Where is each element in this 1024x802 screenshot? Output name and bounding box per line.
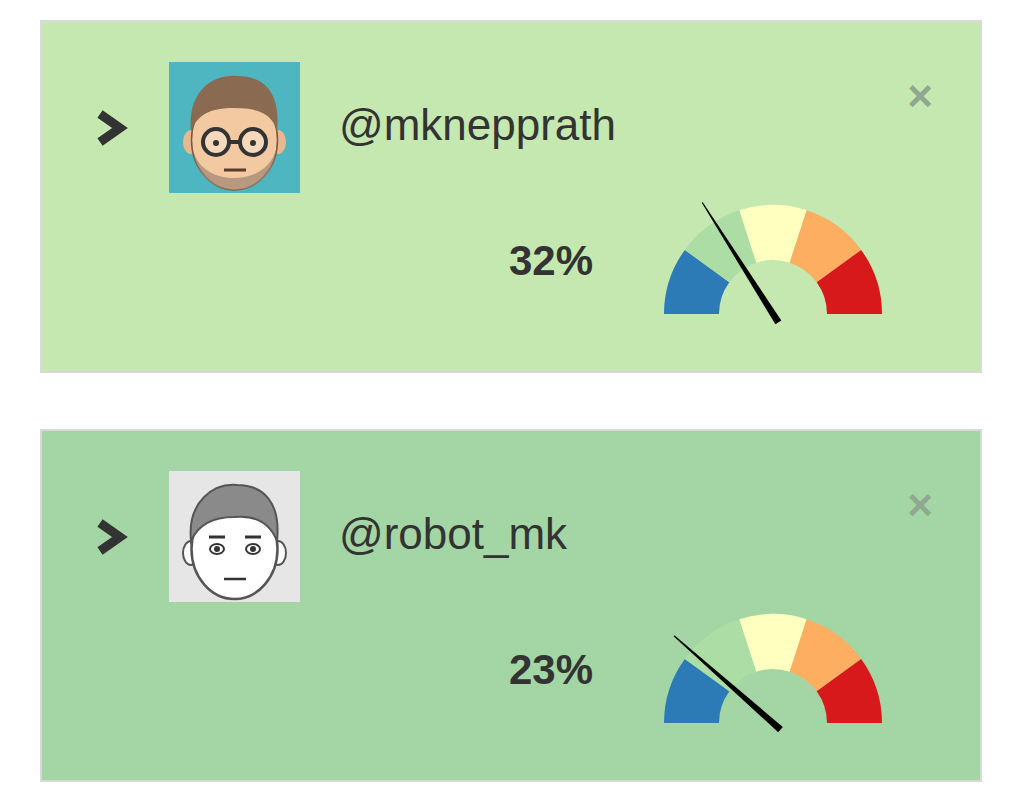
score-row: 23% bbox=[94, 605, 937, 735]
user-card: @robot_mk × 23% bbox=[40, 429, 982, 782]
gauge-needle bbox=[674, 635, 783, 732]
user-handle: @mknepprath bbox=[339, 97, 616, 152]
card-header: @robot_mk × bbox=[94, 471, 937, 602]
score-value: 32% bbox=[509, 235, 593, 288]
close-button[interactable]: × bbox=[903, 483, 937, 527]
gauge-segment bbox=[817, 250, 882, 314]
avatar-icon bbox=[169, 62, 300, 193]
chevron-right-icon[interactable] bbox=[94, 519, 128, 555]
gauge-needle bbox=[702, 202, 782, 324]
score-value: 23% bbox=[509, 644, 593, 697]
card-header: @mknepprath × bbox=[94, 62, 937, 193]
gauge-segment bbox=[817, 659, 882, 723]
user-handle: @robot_mk bbox=[339, 506, 567, 561]
user-card: @mknepprath × 32% bbox=[40, 20, 982, 373]
gauge bbox=[663, 196, 883, 326]
avatar-icon bbox=[169, 471, 300, 602]
score-row: 32% bbox=[94, 196, 937, 326]
close-button[interactable]: × bbox=[903, 74, 937, 118]
page: @mknepprath × 32% @robot_mk × 23% bbox=[0, 0, 1024, 802]
gauge bbox=[663, 605, 883, 735]
chevron-right-icon[interactable] bbox=[94, 110, 128, 146]
